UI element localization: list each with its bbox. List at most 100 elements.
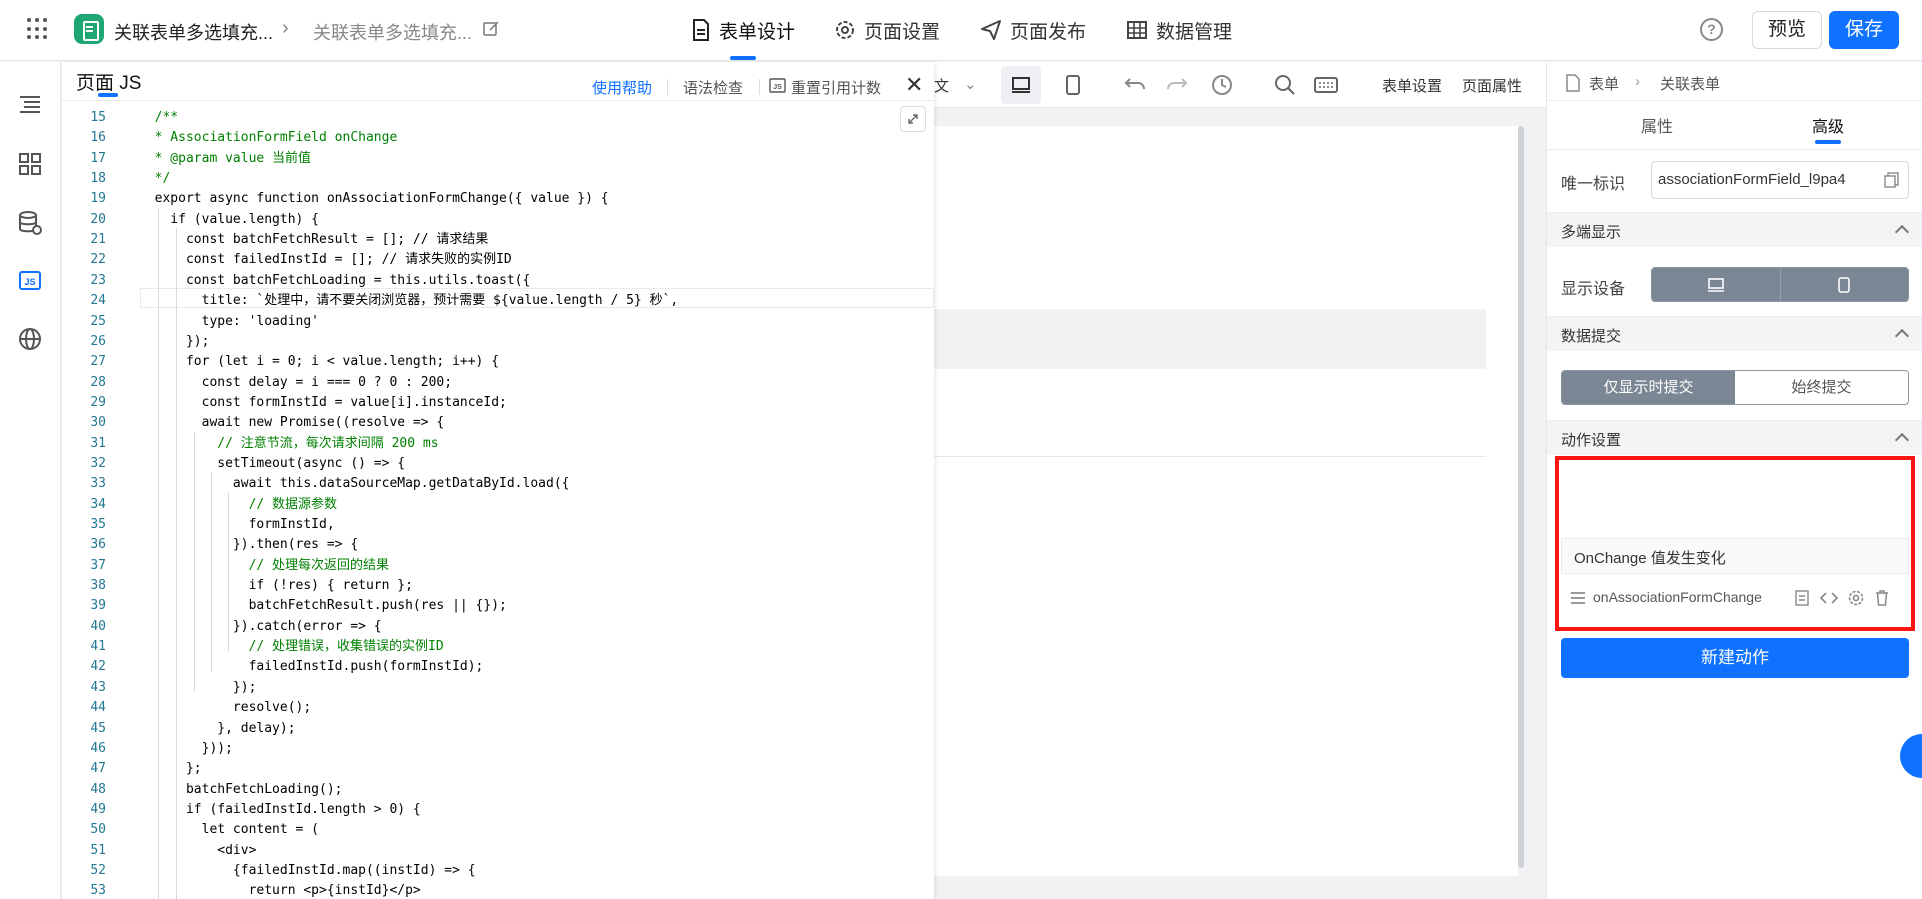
js-title-underline (98, 93, 118, 97)
code-text: batchFetchLoading(); (139, 781, 343, 797)
language-selector[interactable]: 文 (934, 75, 949, 96)
code-line: 17 * @param value 当前值 (62, 149, 934, 169)
line-number: 31 (90, 435, 106, 451)
components-icon[interactable] (17, 151, 43, 177)
form-settings-button[interactable]: 表单设置 (1382, 75, 1442, 96)
edit-icon[interactable] (483, 20, 500, 37)
code-line: 20 if (value.length) { (62, 210, 934, 230)
tab-properties[interactable]: 属性 (1641, 113, 1673, 137)
code-line: 26 }); (62, 332, 934, 352)
tab-advanced[interactable]: 高级 (1812, 113, 1844, 137)
breadcrumb-page[interactable]: 关联表单多选填充... (313, 19, 472, 45)
code-line: 40 }).catch(error => { (62, 617, 934, 637)
syntax-check-button[interactable]: 语法检查 (683, 77, 743, 98)
expand-icon[interactable] (900, 106, 926, 132)
submit-always-option[interactable]: 始终提交 (1735, 371, 1908, 404)
code-text: failedInstId.push(formInstId); (139, 659, 484, 675)
tab-form-design[interactable]: 表单设计 (691, 17, 795, 43)
tab-page-settings[interactable]: 页面设置 (834, 17, 940, 43)
outline-icon[interactable] (17, 92, 43, 118)
code-text: title: `处理中，请不要关闭浏览器，预计需要 ${value.length… (139, 293, 679, 309)
line-number: 29 (90, 394, 106, 410)
code-line: 53 return <p>{instId}</p> (62, 881, 934, 899)
save-button[interactable]: 保存 (1829, 11, 1899, 49)
line-number: 47 (90, 761, 106, 777)
line-number: 28 (90, 374, 106, 390)
section-multi-display[interactable]: 多端显示 (1547, 212, 1922, 247)
desktop-icon (1012, 77, 1030, 93)
history-icon[interactable] (1211, 74, 1233, 96)
tab-data-management[interactable]: 数据管理 (1126, 17, 1232, 43)
breadcrumb-app[interactable]: 关联表单多选填充... (114, 19, 273, 45)
app-grid-icon[interactable] (27, 18, 49, 40)
code-line: 22 const failedInstId = []; // 请求失败的实例ID (62, 250, 934, 270)
redo-icon[interactable] (1166, 75, 1188, 95)
device-mobile-option[interactable] (1779, 268, 1908, 301)
selected-field-row[interactable] (934, 309, 1486, 369)
line-number: 22 (90, 252, 106, 268)
code-line: 15 /** (62, 108, 934, 128)
code-line: 46 })); (62, 739, 934, 759)
copy-icon[interactable] (1884, 172, 1900, 188)
desktop-view-button[interactable] (1001, 66, 1041, 104)
unique-id-field[interactable]: associationFormField_l9pa4 (1651, 161, 1909, 199)
tab-page-publish[interactable]: 页面发布 (980, 17, 1086, 43)
mobile-icon[interactable] (1065, 75, 1081, 95)
line-number: 21 (90, 232, 106, 248)
line-number: 41 (90, 639, 106, 655)
help-link[interactable]: 使用帮助 (592, 77, 652, 98)
line-number: 44 (90, 700, 106, 716)
divider (759, 79, 760, 95)
line-number: 36 (90, 537, 106, 553)
code-text: formInstId, (139, 517, 335, 532)
code-line: 45 }, delay); (62, 719, 934, 739)
code-editor[interactable]: 15 /** 16 * AssociationFormField onChange… (62, 102, 934, 899)
chevron-up-icon (1894, 328, 1910, 344)
line-number: 39 (90, 598, 106, 614)
section-action-settings[interactable]: 动作设置 (1547, 420, 1922, 455)
close-icon[interactable]: ✕ (905, 72, 923, 98)
code-text: if (value.length) { (139, 211, 320, 227)
chevron-down-icon[interactable]: ⌄ (964, 75, 977, 93)
code-line: 31 // 注意节流，每次请求间隔 200 ms (62, 434, 934, 454)
canvas-scrollbar[interactable] (1518, 126, 1524, 868)
line-number: 45 (90, 720, 106, 736)
line-number: 50 (90, 822, 106, 838)
active-tab-indicator (730, 56, 756, 60)
svg-text:JS: JS (773, 84, 782, 91)
datasource-icon[interactable] (17, 210, 43, 236)
line-number: 17 (90, 150, 106, 166)
code-line: 52 {failedInstId.map((instId) => { (62, 861, 934, 881)
code-line: 29 const formInstId = value[i].instanceI… (62, 393, 934, 413)
code-text: for (let i = 0; i < value.length; i++) { (139, 354, 500, 370)
device-desktop-option[interactable] (1652, 268, 1780, 301)
code-line: 32 setTimeout(async () => { (62, 454, 934, 474)
code-line: 33 await this.dataSourceMap.getDataById.… (62, 474, 934, 494)
line-number: 18 (90, 171, 106, 187)
globe-icon[interactable] (17, 326, 43, 352)
code-line: 38 if (!res) { return }; (62, 576, 934, 596)
reset-reference-count-button[interactable]: 重置引用计数 (791, 77, 881, 98)
page-properties-button[interactable]: 页面属性 (1462, 75, 1522, 96)
code-line: 25 type: 'loading' (62, 312, 934, 332)
preview-button[interactable]: 预览 (1752, 11, 1822, 49)
line-number: 32 (90, 455, 106, 471)
line-number: 19 (90, 191, 106, 207)
code-line: 50 let content = ( (62, 820, 934, 840)
form-canvas (934, 126, 1518, 876)
new-action-button[interactable]: 新建动作 (1561, 638, 1909, 678)
help-icon[interactable]: ? (1700, 18, 1723, 41)
search-icon[interactable] (1274, 74, 1296, 96)
code-line: 37 // 处理每次返回的结果 (62, 556, 934, 576)
form-design-icon (693, 19, 709, 41)
section-data-submit[interactable]: 数据提交 (1547, 316, 1922, 351)
code-text: const delay = i === 0 ? 0 : 200; (139, 374, 453, 390)
js-icon[interactable]: JS (17, 268, 43, 294)
undo-icon[interactable] (1124, 75, 1146, 95)
submit-when-visible-option[interactable]: 仅显示时提交 (1562, 371, 1735, 404)
keyboard-icon[interactable] (1314, 76, 1338, 94)
divider (62, 100, 934, 101)
panel-breadcrumb-form[interactable]: 表单 (1589, 73, 1619, 94)
line-number: 51 (90, 842, 106, 858)
panel-breadcrumb-field: 关联表单 (1660, 76, 1721, 93)
